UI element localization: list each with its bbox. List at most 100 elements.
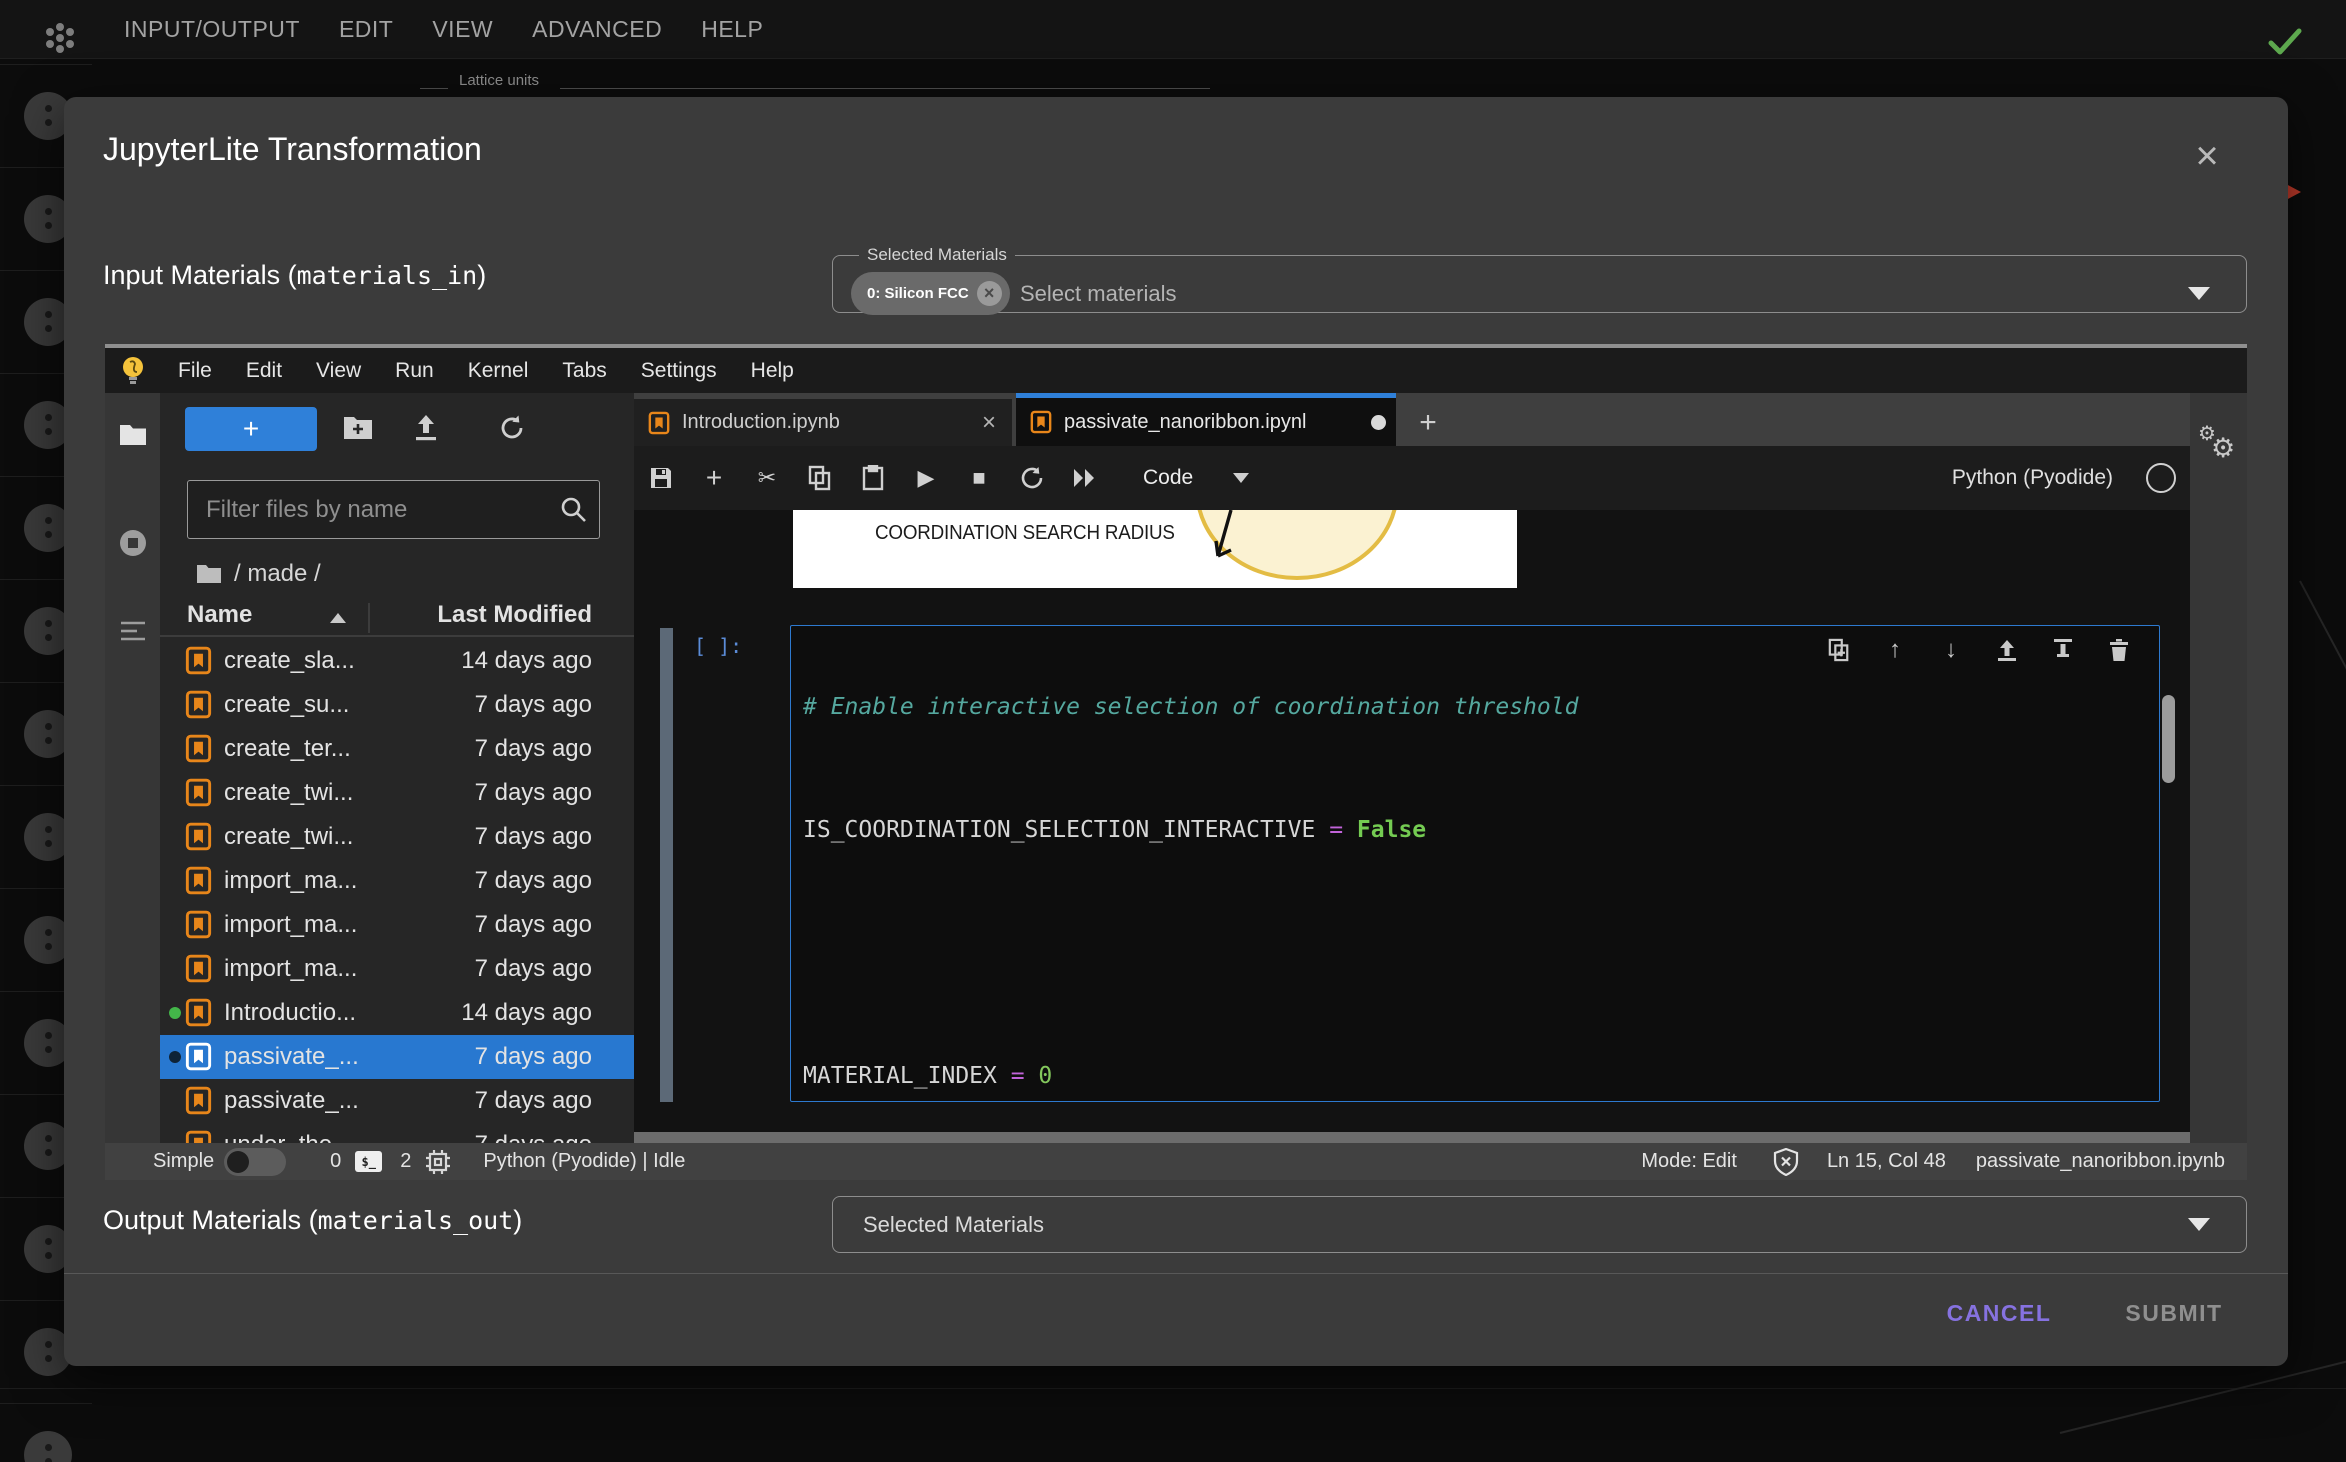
- code-token: =: [1329, 817, 1357, 843]
- jl-menu-settings[interactable]: Settings: [641, 359, 717, 383]
- column-last-modified[interactable]: Last Modified: [437, 601, 592, 629]
- output-materials-select[interactable]: Selected Materials: [832, 1196, 2247, 1253]
- simple-mode-toggle[interactable]: [224, 1148, 286, 1176]
- app-top-bar: INPUT/OUTPUT EDIT VIEW ADVANCED HELP: [0, 0, 2346, 59]
- scrollbar-thumb[interactable]: [2162, 695, 2175, 783]
- move-cell-down-icon[interactable]: ↓: [1939, 636, 1963, 664]
- cell-type-dropdown[interactable]: Code: [1143, 466, 1249, 490]
- insert-cell-above-icon[interactable]: [1995, 638, 2019, 662]
- new-launcher-button[interactable]: +: [185, 407, 317, 451]
- shield-x-icon[interactable]: [1773, 1148, 1799, 1176]
- cut-cells-icon[interactable]: ✂: [754, 465, 780, 491]
- running-kernels-icon[interactable]: [105, 529, 160, 557]
- cursor-position[interactable]: Ln 15, Col 48: [1827, 1150, 1946, 1173]
- jl-menu-run[interactable]: Run: [395, 359, 434, 383]
- paste-cells-icon[interactable]: [860, 465, 886, 491]
- new-folder-icon[interactable]: [343, 414, 373, 444]
- table-of-contents-icon[interactable]: [105, 619, 160, 643]
- menu-help[interactable]: HELP: [701, 16, 763, 43]
- code-cell[interactable]: # Enable interactive selection of coordi…: [790, 625, 2160, 1102]
- duplicate-cell-icon[interactable]: [1827, 638, 1851, 662]
- terminal-count[interactable]: 0: [330, 1150, 341, 1173]
- kernel-count[interactable]: 2: [400, 1150, 411, 1173]
- file-name: import_ma...: [224, 867, 357, 895]
- drag-handle[interactable]: [24, 1431, 72, 1462]
- editor-mode[interactable]: Mode: Edit: [1641, 1150, 1737, 1173]
- menu-view[interactable]: VIEW: [432, 16, 493, 43]
- save-icon[interactable]: [648, 466, 674, 490]
- notebook-file-icon: [185, 998, 212, 1027]
- jl-menu-kernel[interactable]: Kernel: [468, 359, 529, 383]
- menu-input-output[interactable]: INPUT/OUTPUT: [124, 16, 300, 43]
- jl-menu-view[interactable]: View: [316, 359, 361, 383]
- file-list-item[interactable]: passivate_... 7 days ago: [160, 1079, 634, 1123]
- filter-files-input[interactable]: [187, 480, 600, 539]
- close-tab-icon[interactable]: ×: [982, 409, 996, 437]
- code-token: 0: [1038, 1063, 1052, 1089]
- tab-passivate-nanoribbon[interactable]: passivate_nanoribbon.ipynl: [1016, 393, 1396, 446]
- dock-bottom-strip: [634, 1132, 2190, 1143]
- gear-icon: ⚙: [2211, 433, 2235, 464]
- file-list-item[interactable]: create_su... 7 days ago: [160, 683, 634, 727]
- tab-introduction[interactable]: Introduction.ipynb ×: [634, 399, 1012, 446]
- insert-cell-icon[interactable]: +: [701, 462, 727, 494]
- kernel-name[interactable]: Python (Pyodide): [1952, 466, 2113, 490]
- column-name[interactable]: Name: [187, 601, 252, 629]
- file-list-item[interactable]: create_sla... 14 days ago: [160, 639, 634, 683]
- delete-cell-icon[interactable]: [2107, 638, 2131, 662]
- app-menu: INPUT/OUTPUT EDIT VIEW ADVANCED HELP: [124, 0, 763, 58]
- file-name: create_su...: [224, 691, 349, 719]
- menu-advanced[interactable]: ADVANCED: [532, 16, 662, 43]
- file-list-item[interactable]: create_twi... 7 days ago: [160, 815, 634, 859]
- close-icon[interactable]: ×: [2178, 127, 2236, 185]
- menu-edit[interactable]: EDIT: [339, 16, 393, 43]
- background-diagonal-line: [2299, 581, 2346, 1076]
- jl-menu-edit[interactable]: Edit: [246, 359, 282, 383]
- chip-remove-icon[interactable]: ×: [977, 281, 1002, 306]
- file-list-item[interactable]: Introductio... 14 days ago: [160, 991, 634, 1035]
- refresh-icon[interactable]: [498, 414, 528, 444]
- cell-collapser[interactable]: [660, 628, 673, 1102]
- file-list-item[interactable]: import_ma... 7 days ago: [160, 947, 634, 991]
- jl-menu-file[interactable]: File: [178, 359, 212, 383]
- file-list-item[interactable]: create_twi... 7 days ago: [160, 771, 634, 815]
- notebook-content[interactable]: COORDINATION SEARCH RADIUS [ ]: # Enable…: [634, 510, 2190, 1132]
- success-check-icon: [2268, 28, 2302, 56]
- restart-run-all-icon[interactable]: [1072, 467, 1098, 489]
- material-chip[interactable]: 0: Silicon FCC ×: [851, 272, 1010, 315]
- interrupt-kernel-icon[interactable]: ■: [966, 465, 992, 491]
- new-tab-button[interactable]: +: [1406, 399, 1450, 446]
- cancel-button[interactable]: CANCEL: [1924, 1287, 2074, 1339]
- file-modified: 7 days ago: [475, 779, 592, 807]
- file-name: create_twi...: [224, 779, 353, 807]
- filter-files-textbox[interactable]: [204, 481, 538, 538]
- terminal-icon[interactable]: $_: [355, 1151, 382, 1172]
- file-list-item[interactable]: passivate_... 7 days ago: [160, 1035, 634, 1079]
- insert-cell-below-icon[interactable]: [2051, 638, 2075, 662]
- kernel-chip-icon[interactable]: [425, 1149, 451, 1175]
- chevron-down-icon[interactable]: [2188, 287, 2210, 300]
- run-cell-icon[interactable]: ▶: [913, 465, 939, 491]
- code-editor[interactable]: # Enable interactive selection of coordi…: [803, 631, 2035, 1132]
- file-name: create_twi...: [224, 823, 353, 851]
- notebook-file-icon: [185, 1042, 212, 1071]
- output-materials-text: Output Materials (: [103, 1205, 318, 1235]
- file-list-item[interactable]: under_the... 7 days ago: [160, 1123, 634, 1143]
- kernel-status-icon[interactable]: [2146, 463, 2176, 493]
- file-list-item[interactable]: import_ma... 7 days ago: [160, 859, 634, 903]
- file-list-item[interactable]: create_ter... 7 days ago: [160, 727, 634, 771]
- move-cell-up-icon[interactable]: ↑: [1883, 636, 1907, 664]
- upload-icon[interactable]: [412, 414, 442, 444]
- jl-menu-help[interactable]: Help: [751, 359, 794, 383]
- copy-cells-icon[interactable]: [807, 465, 833, 491]
- breadcrumb[interactable]: / made /: [196, 560, 321, 588]
- restart-kernel-icon[interactable]: [1019, 466, 1045, 490]
- jupyterlite-app: File Edit View Run Kernel Tabs Settings …: [105, 344, 2247, 1180]
- notebook-file-icon: [1030, 410, 1052, 434]
- file-browser-icon[interactable]: [105, 423, 160, 447]
- file-list-item[interactable]: import_ma... 7 days ago: [160, 903, 634, 947]
- jl-menu-tabs[interactable]: Tabs: [562, 359, 606, 383]
- selected-materials-field[interactable]: Selected Materials 0: Silicon FCC × Sele…: [832, 245, 2247, 313]
- kernel-status-text[interactable]: Python (Pyodide) | Idle: [483, 1150, 685, 1173]
- submit-button[interactable]: SUBMIT: [2099, 1287, 2249, 1339]
